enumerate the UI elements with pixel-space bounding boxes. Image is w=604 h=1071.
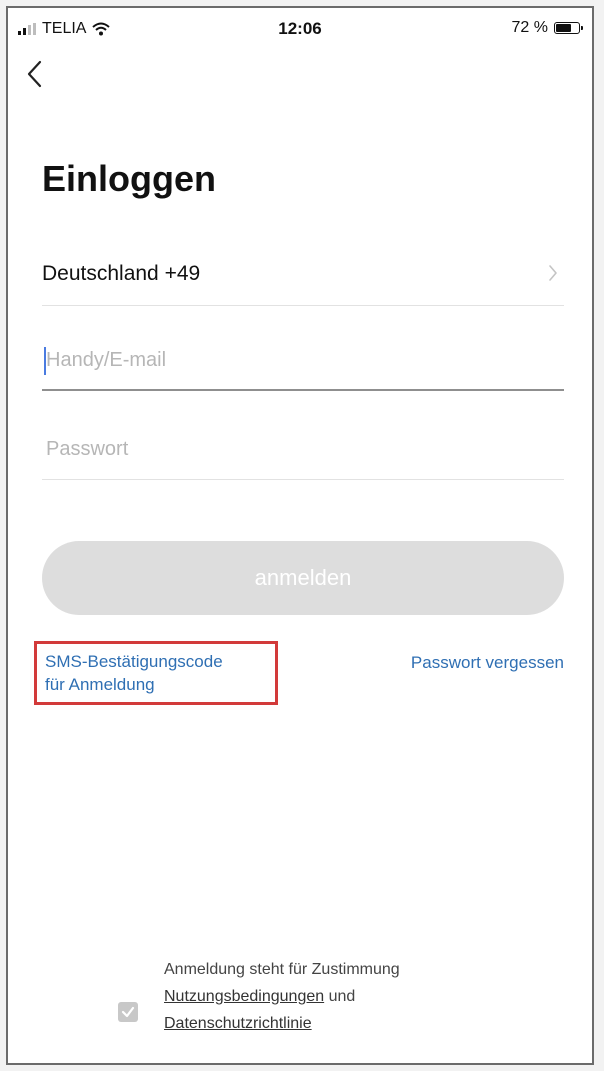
privacy-link[interactable]: Datenschutzrichtlinie	[164, 1015, 312, 1032]
checkmark-icon	[121, 1006, 135, 1018]
login-button[interactable]: anmelden	[42, 541, 564, 615]
forgot-password-link[interactable]: Passwort vergessen	[411, 653, 564, 673]
sms-link-line1: SMS-Bestätigungscode	[45, 652, 223, 671]
phone-email-input[interactable]	[42, 331, 564, 389]
chevron-right-icon	[549, 265, 557, 281]
status-right: 72 %	[511, 19, 583, 37]
status-time: 12:06	[278, 19, 322, 38]
battery-icon	[554, 22, 583, 34]
chevron-left-icon	[27, 60, 42, 88]
text-cursor	[44, 347, 46, 375]
password-field	[42, 420, 564, 480]
phone-screen: TELIA 12:06 72 % Einloggen Deutschland +…	[6, 6, 594, 1065]
sms-link-line2: für Anmeldung	[45, 675, 155, 694]
consent-prefix: Anmeldung steht für Zustimmung	[164, 961, 400, 978]
consent-checkbox[interactable]	[118, 1002, 138, 1022]
country-label: Deutschland +49	[42, 262, 201, 285]
page-title: Einloggen	[42, 158, 216, 199]
phone-email-field	[42, 331, 564, 391]
battery-percentage: 72 %	[511, 19, 548, 36]
consent-text: Anmeldung steht für Zustimmung Nutzungsb…	[164, 956, 544, 1037]
country-selector[interactable]: Deutschland +49	[42, 248, 564, 306]
password-input[interactable]	[42, 420, 564, 479]
consent-conjunction: und	[328, 988, 356, 1005]
status-bar: TELIA 12:06 72 %	[8, 8, 592, 48]
battery-fill	[556, 24, 572, 32]
back-button[interactable]	[26, 60, 56, 100]
sms-code-login-link[interactable]: SMS-Bestätigungscode für Anmeldung	[34, 641, 278, 705]
terms-link[interactable]: Nutzungsbedingungen	[164, 988, 324, 1005]
